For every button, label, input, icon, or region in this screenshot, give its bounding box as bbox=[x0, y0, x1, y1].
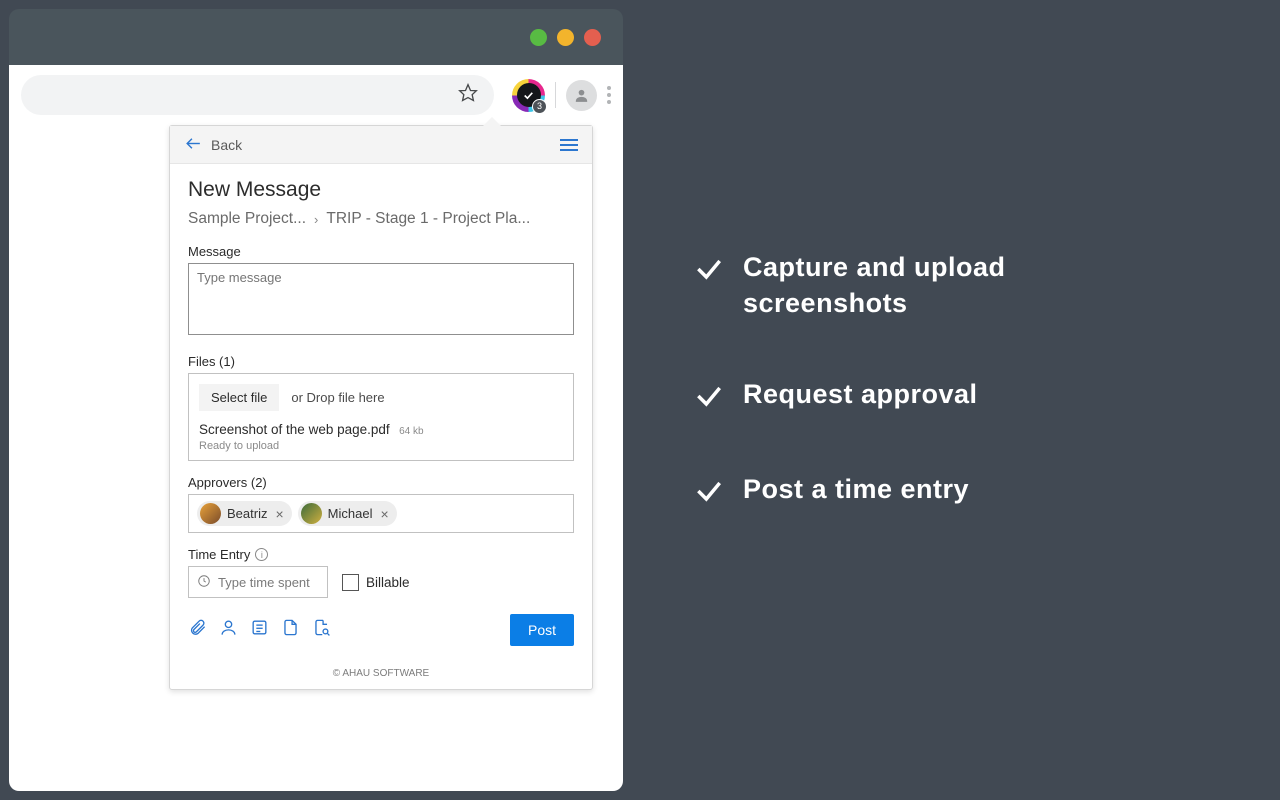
approvers-label: Approvers (2) bbox=[188, 475, 574, 490]
traffic-yellow[interactable] bbox=[557, 29, 574, 46]
extension-badge: 3 bbox=[532, 99, 547, 114]
info-icon[interactable]: i bbox=[255, 548, 268, 561]
time-spent-input[interactable]: Type time spent bbox=[188, 566, 328, 598]
avatar bbox=[200, 503, 221, 524]
toolbar-separator bbox=[555, 82, 556, 108]
remove-approver-icon[interactable]: × bbox=[380, 506, 388, 522]
popup-footer: © AHAU SOFTWARE bbox=[170, 658, 592, 689]
approver-name: Beatriz bbox=[227, 506, 267, 521]
feature-item: Request approval bbox=[693, 376, 1231, 417]
billable-checkbox[interactable] bbox=[342, 574, 359, 591]
window-titlebar bbox=[9, 9, 623, 65]
browser-toolbar: 3 bbox=[9, 65, 623, 125]
browser-viewport: Back New Message Sample Project... › TRI… bbox=[9, 125, 623, 791]
file-dropzone[interactable]: Select file or Drop file here Screenshot… bbox=[188, 373, 574, 461]
traffic-green[interactable] bbox=[530, 29, 547, 46]
list-icon[interactable] bbox=[250, 618, 269, 642]
document-icon[interactable] bbox=[281, 618, 300, 642]
popup-arrow bbox=[482, 117, 502, 127]
extension-icon[interactable]: 3 bbox=[512, 79, 545, 112]
check-icon bbox=[693, 475, 725, 512]
avatar bbox=[301, 503, 322, 524]
attachment-icon[interactable] bbox=[188, 618, 207, 642]
profile-avatar[interactable] bbox=[566, 80, 597, 111]
check-icon bbox=[693, 253, 725, 290]
document-search-icon[interactable] bbox=[312, 618, 331, 642]
feature-text: Post a time entry bbox=[743, 471, 969, 507]
feature-item: Capture and upload screenshots bbox=[693, 249, 1231, 322]
approver-chip: Michael × bbox=[298, 501, 397, 526]
breadcrumb-item[interactable]: TRIP - Stage 1 - Project Pla... bbox=[326, 210, 530, 228]
approver-chip: Beatriz × bbox=[197, 501, 292, 526]
select-file-button[interactable]: Select file bbox=[199, 384, 279, 411]
drop-hint: or Drop file here bbox=[291, 390, 384, 405]
file-name: Screenshot of the web page.pdf bbox=[199, 422, 390, 437]
files-label: Files (1) bbox=[188, 354, 574, 369]
time-entry-label: Time Entry i bbox=[188, 547, 574, 562]
popup-header: Back bbox=[170, 126, 592, 164]
file-status: Ready to upload bbox=[199, 440, 563, 452]
bookmark-star-icon[interactable] bbox=[458, 83, 478, 108]
feature-item: Post a time entry bbox=[693, 471, 1231, 512]
time-placeholder: Type time spent bbox=[218, 575, 310, 590]
clock-icon bbox=[197, 574, 211, 591]
arrow-left-icon bbox=[184, 134, 203, 156]
page-title: New Message bbox=[188, 178, 574, 202]
message-input[interactable] bbox=[188, 263, 574, 335]
breadcrumb-project[interactable]: Sample Project... bbox=[188, 210, 306, 228]
chevron-right-icon: › bbox=[314, 212, 318, 227]
feature-list: Capture and upload screenshots Request a… bbox=[623, 9, 1271, 791]
feature-text: Capture and upload screenshots bbox=[743, 249, 1163, 322]
popup-menu-icon[interactable] bbox=[560, 139, 578, 151]
traffic-red[interactable] bbox=[584, 29, 601, 46]
extension-popup: Back New Message Sample Project... › TRI… bbox=[169, 125, 593, 690]
post-button[interactable]: Post bbox=[510, 614, 574, 646]
approvers-input[interactable]: Beatriz × Michael × bbox=[188, 494, 574, 533]
browser-menu-icon[interactable] bbox=[607, 86, 611, 104]
breadcrumb: Sample Project... › TRIP - Stage 1 - Pro… bbox=[188, 210, 574, 228]
address-bar[interactable] bbox=[21, 75, 494, 115]
file-size: 64 kb bbox=[399, 426, 423, 437]
feature-text: Request approval bbox=[743, 376, 978, 412]
message-label: Message bbox=[188, 244, 574, 259]
back-button[interactable]: Back bbox=[184, 134, 242, 156]
back-label: Back bbox=[211, 137, 242, 153]
check-icon bbox=[693, 380, 725, 417]
billable-label: Billable bbox=[366, 575, 410, 590]
approver-name: Michael bbox=[328, 506, 373, 521]
remove-approver-icon[interactable]: × bbox=[275, 506, 283, 522]
action-icon-strip bbox=[188, 618, 331, 642]
person-icon[interactable] bbox=[219, 618, 238, 642]
